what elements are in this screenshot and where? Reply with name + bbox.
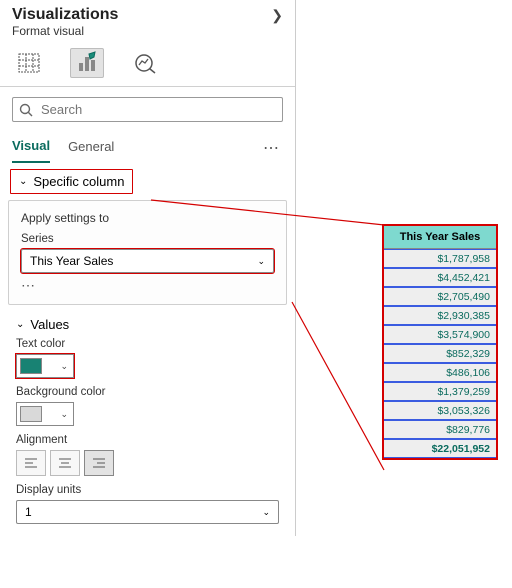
display-units-label: Display units (16, 484, 279, 496)
values-body: Text color ⌄ Background color ⌄ Alignmen… (0, 338, 295, 536)
preview-header: This Year Sales (384, 226, 496, 249)
apply-settings-title: Apply settings to (21, 211, 274, 225)
text-color-label: Text color (16, 338, 279, 350)
alignment-label: Alignment (16, 434, 279, 446)
preview-row: $2,705,490 (384, 287, 496, 306)
analytics-button[interactable] (128, 48, 162, 78)
series-dropdown[interactable]: This Year Sales ⌄ (21, 249, 274, 273)
preview-row: $829,776 (384, 420, 496, 439)
values-expander[interactable]: ⌄ Values (0, 315, 295, 338)
series-value: This Year Sales (30, 254, 113, 268)
align-right-button[interactable] (84, 450, 114, 476)
preview-row: $3,574,900 (384, 325, 496, 344)
apply-settings-card: Apply settings to Series This Year Sales… (8, 200, 287, 305)
preview-row: $3,053,326 (384, 401, 496, 420)
specific-column-expander[interactable]: ⌄ Specific column (10, 169, 133, 194)
bg-color-picker[interactable]: ⌄ (16, 402, 74, 426)
display-units-dropdown[interactable]: 1 ⌄ (16, 500, 279, 524)
chevron-down-icon: ⌄ (19, 176, 27, 187)
tab-general[interactable]: General (68, 133, 114, 162)
panel-subtitle: Format visual (0, 24, 295, 44)
chevron-down-icon: ⌄ (16, 319, 24, 330)
chevron-down-icon: ⌄ (60, 409, 68, 420)
search-input[interactable] (39, 101, 276, 118)
collapse-panel-chevron-icon[interactable]: ❯ (271, 7, 283, 24)
preview-row: $1,787,958 (384, 249, 496, 268)
align-left-button[interactable] (16, 450, 46, 476)
display-units-value: 1 (25, 505, 32, 519)
search-box[interactable] (12, 97, 283, 122)
preview-row: $4,452,421 (384, 268, 496, 287)
preview-total: $22,051,952 (384, 439, 496, 458)
table-preview: This Year Sales $1,787,958$4,452,421$2,7… (382, 224, 498, 460)
tab-overflow-button[interactable]: ⋯ (263, 138, 283, 158)
panel-title: Visualizations (12, 6, 118, 24)
preview-row: $2,930,385 (384, 306, 496, 325)
preview-row: $486,106 (384, 363, 496, 382)
visualizations-panel: Visualizations ❯ Format visual Visual Ge… (0, 0, 296, 536)
series-more-button[interactable]: ⋯ (21, 277, 274, 294)
format-tabs: Visual General ⋯ (0, 132, 295, 163)
build-visual-button[interactable] (12, 48, 46, 78)
series-label: Series (21, 233, 274, 245)
search-icon (19, 103, 33, 117)
align-center-button[interactable] (50, 450, 80, 476)
preview-row: $1,379,259 (384, 382, 496, 401)
chevron-down-icon: ⌄ (60, 361, 68, 372)
chevron-down-icon: ⌄ (262, 507, 270, 518)
tab-visual[interactable]: Visual (12, 132, 50, 163)
bg-color-label: Background color (16, 386, 279, 398)
chevron-down-icon: ⌄ (257, 256, 265, 267)
alignment-group (16, 450, 279, 476)
text-color-picker[interactable]: ⌄ (16, 354, 74, 378)
format-toolbar (0, 44, 295, 87)
values-title: Values (30, 317, 69, 332)
format-visual-button[interactable] (70, 48, 104, 78)
preview-row: $852,329 (384, 344, 496, 363)
specific-column-label: Specific column (33, 174, 124, 189)
